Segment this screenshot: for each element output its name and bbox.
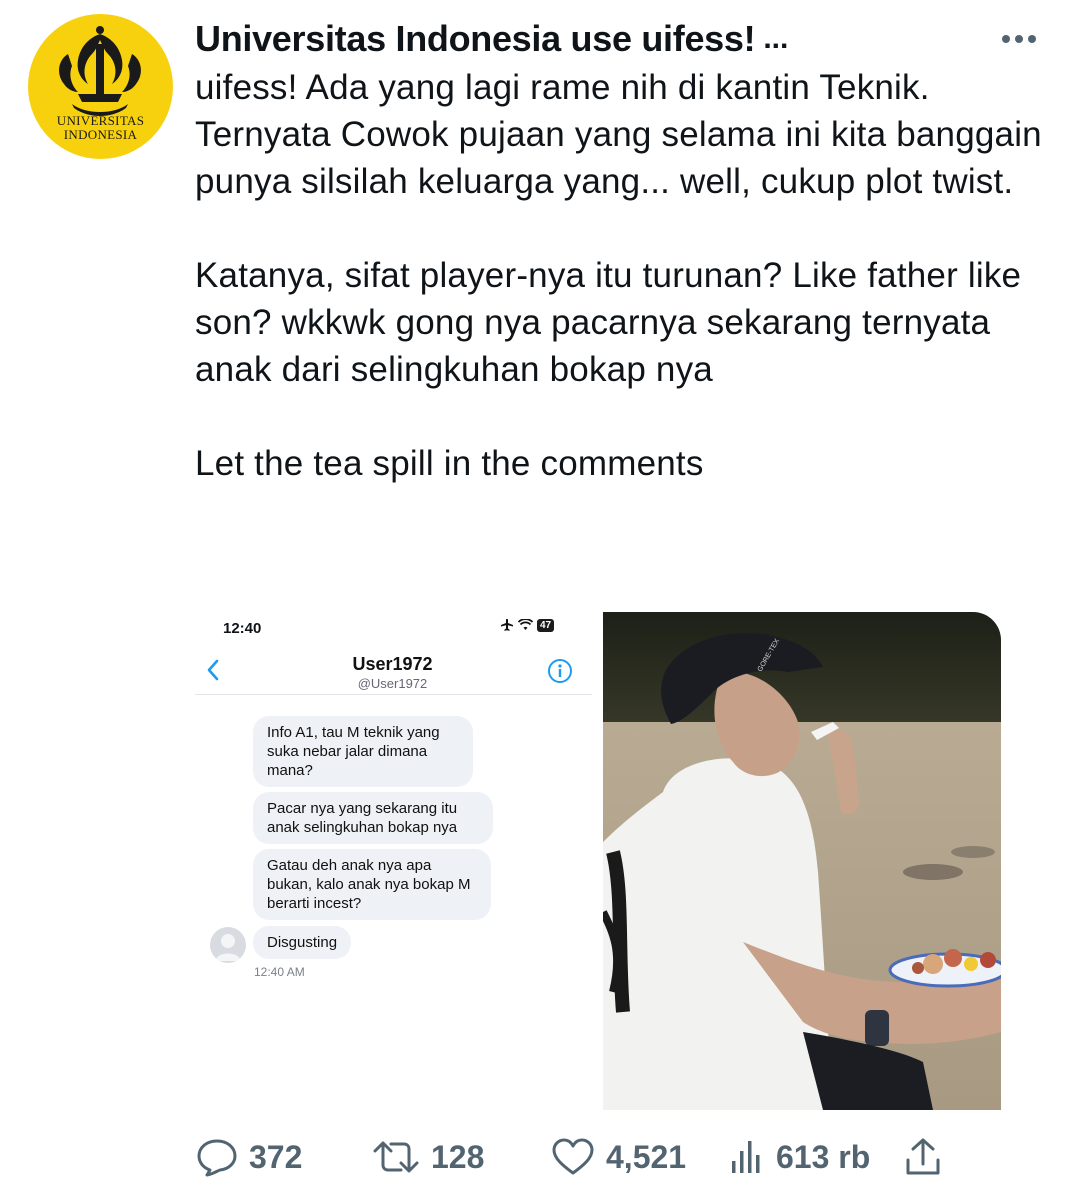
dm-message-bubble: Pacar nya yang sekarang itu anak selingk… xyxy=(253,792,493,844)
dm-user-header: User1972 @User1972 xyxy=(195,654,590,691)
author-display-name[interactable]: Universitas Indonesia use uifess! xyxy=(195,18,756,60)
battery-indicator: 47 xyxy=(537,618,555,632)
airplane-icon xyxy=(501,618,513,631)
media-dm-screenshot[interactable]: 12:40 47 User1972 @User1972 Info A1, tau… xyxy=(195,612,600,1110)
dm-sender-avatar xyxy=(210,927,246,963)
more-options-button[interactable] xyxy=(1000,26,1038,52)
status-icons: 47 xyxy=(500,618,555,632)
tweet-header: Universitas Indonesia use uifess! ... xyxy=(195,14,975,64)
retweet-button[interactable]: 128 xyxy=(371,1132,484,1182)
dm-divider xyxy=(195,694,592,695)
share-button[interactable] xyxy=(903,1132,943,1182)
tweet-action-bar: 372 128 4,521 613 rb xyxy=(195,1132,995,1182)
views-button[interactable]: 613 rb xyxy=(730,1132,870,1182)
status-time: 12:40 xyxy=(223,620,262,637)
share-icon xyxy=(903,1136,943,1178)
media-photo[interactable]: GORE-TEX xyxy=(603,612,1001,1110)
dm-message-bubble: Gatau deh anak nya apa bukan, kalo anak … xyxy=(253,849,491,920)
info-icon[interactable] xyxy=(547,658,573,684)
views-count: 613 rb xyxy=(776,1138,871,1175)
photo-illustration: GORE-TEX xyxy=(603,612,1001,1110)
retweet-icon xyxy=(371,1137,421,1177)
dm-user-name: User1972 xyxy=(352,654,433,674)
views-bar-chart-icon xyxy=(730,1137,766,1177)
tweet-text: uifess! Ada yang lagi rame nih di kantin… xyxy=(195,64,1055,487)
tweet-paragraph: Katanya, sifat player-nya itu turunan? L… xyxy=(195,256,1022,389)
avatar-text-line1: UNIVERSITAS xyxy=(56,113,145,128)
heart-icon xyxy=(550,1137,596,1177)
reply-button[interactable]: 372 xyxy=(195,1132,302,1182)
retweet-count: 128 xyxy=(431,1138,485,1175)
tweet-paragraph: Let the tea spill in the comments xyxy=(195,444,704,483)
dm-message-bubble: Info A1, tau M teknik yang suka nebar ja… xyxy=(253,716,473,787)
like-button[interactable]: 4,521 xyxy=(550,1132,686,1182)
dm-message-bubble: Disgusting xyxy=(253,926,352,959)
reply-icon xyxy=(195,1137,239,1177)
avatar-text-line2: INDONESIA xyxy=(63,127,138,142)
user-placeholder-icon xyxy=(215,934,241,961)
name-ellipsis: ... xyxy=(763,22,789,55)
dm-timestamp: 12:40 AM xyxy=(254,965,305,979)
more-horizontal-icon xyxy=(1002,35,1036,43)
like-count: 4,521 xyxy=(606,1138,687,1175)
reply-count: 372 xyxy=(249,1138,303,1175)
wifi-icon xyxy=(518,619,533,630)
author-avatar[interactable]: UNIVERSITAS INDONESIA xyxy=(28,14,173,159)
avatar-text: UNIVERSITAS INDONESIA xyxy=(28,114,173,142)
dm-user-handle: @User1972 xyxy=(357,676,428,691)
tweet-paragraph: uifess! Ada yang lagi rame nih di kantin… xyxy=(195,68,1042,201)
